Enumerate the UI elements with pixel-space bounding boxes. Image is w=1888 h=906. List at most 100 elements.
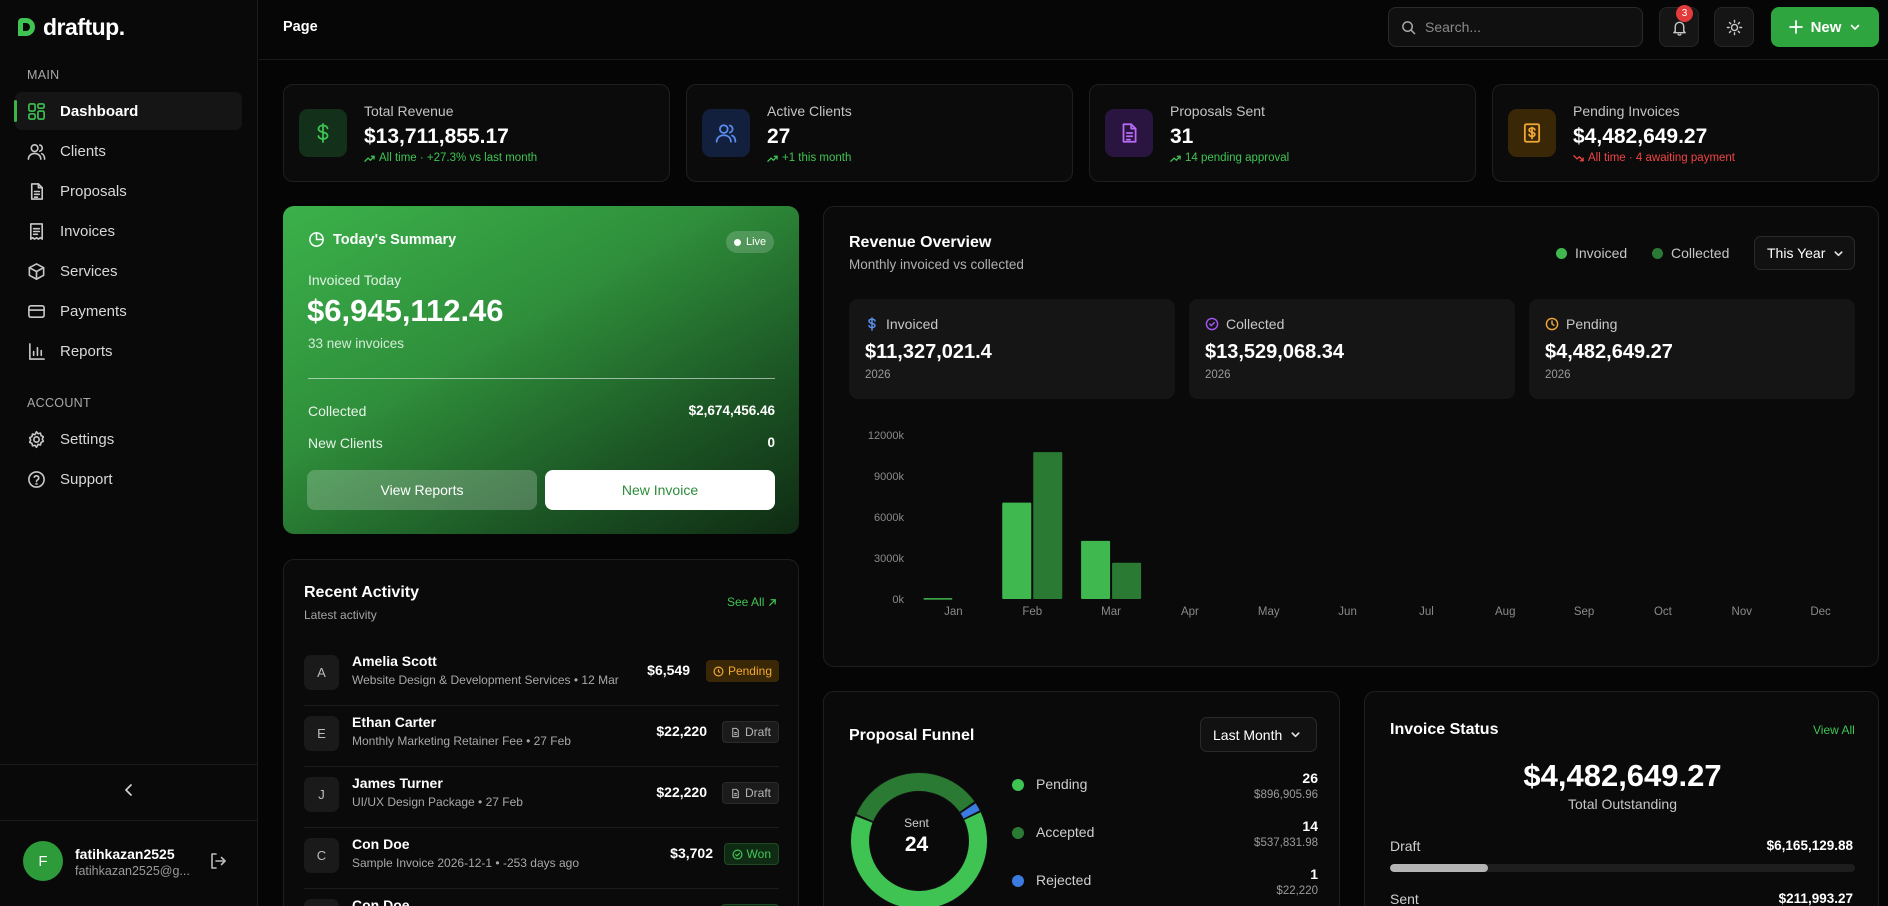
dollar-icon <box>299 109 347 157</box>
notifications-button[interactable]: 3 <box>1659 5 1699 47</box>
list-item[interactable]: C Con Doe <box>304 889 779 906</box>
search-box[interactable] <box>1388 7 1643 47</box>
funnel-row-count: 14 <box>1302 818 1318 834</box>
box-icon <box>28 262 45 280</box>
bar-invoiced-feb[interactable] <box>1002 502 1032 599</box>
activity-desc: Website Design & Development Services • … <box>352 673 619 687</box>
logout-icon <box>211 853 226 869</box>
arrow-up-right-icon <box>769 598 777 606</box>
mini-year: 2026 <box>865 369 891 381</box>
x-tick-label: May <box>1258 606 1280 618</box>
bar-chart-icon <box>29 342 45 360</box>
revenue-invoiced-card: Invoiced $11,327,021.4 2026 <box>849 299 1175 399</box>
new-invoice-button[interactable]: New Invoice <box>545 470 775 510</box>
funnel-row-name: Pending <box>1036 776 1088 792</box>
sidebar-item-label: Settings <box>60 430 115 448</box>
stat-label: Proposals Sent <box>1170 103 1265 119</box>
stat-card-proposals-sent[interactable]: Proposals Sent 31 14 pending approval <box>1089 84 1476 182</box>
mini-value: $13,529,068.34 <box>1205 341 1345 363</box>
see-all-label: See All <box>727 595 765 609</box>
revenue-overview-card: Revenue Overview Monthly invoiced vs col… <box>823 206 1879 667</box>
invoice-dollar-icon <box>1508 109 1556 157</box>
sidebar-item-dashboard[interactable]: Dashboard <box>14 92 242 130</box>
activity-desc: Monthly Marketing Retainer Fee • 27 Feb <box>352 734 571 748</box>
list-item[interactable]: J James Turner UI/UX Design Package • 27… <box>304 767 779 828</box>
sidebar-item-settings[interactable]: Settings <box>15 420 242 458</box>
activity-title: Recent Activity <box>304 584 419 601</box>
plus-icon <box>1788 20 1803 34</box>
sidebar-item-payments[interactable]: Payments <box>15 292 242 330</box>
list-item[interactable]: C Con Doe Sample Invoice 2026-12-1 • -25… <box>304 828 779 889</box>
view-all-link[interactable]: View All <box>1813 723 1855 737</box>
help-icon <box>28 470 45 488</box>
stat-sub: 14 pending approval <box>1170 152 1289 164</box>
stat-value: $13,711,855.17 <box>364 125 509 148</box>
funnel-row-accepted[interactable]: Accepted 14 $537,831.98 <box>1012 818 1318 858</box>
document-icon <box>1105 109 1153 157</box>
stat-card-total-revenue[interactable]: Total Revenue $13,711,855.17 All time · … <box>283 84 670 182</box>
stat-card-active-clients[interactable]: Active Clients 27 +1 this month <box>686 84 1073 182</box>
x-tick-label: Dec <box>1810 606 1831 618</box>
sidebar-item-invoices[interactable]: Invoices <box>15 212 242 250</box>
users-icon <box>702 109 750 157</box>
file-icon <box>732 788 739 798</box>
donut-center-value: 24 <box>904 833 929 856</box>
brand-logo[interactable]: draftup. <box>16 13 125 41</box>
new-button[interactable]: New <box>1771 7 1879 47</box>
trend-up-icon <box>767 155 778 162</box>
draft-progress-bar <box>1390 864 1855 872</box>
live-dot-icon <box>734 238 741 246</box>
search-input[interactable] <box>1425 19 1625 35</box>
y-tick-label: 3000k <box>874 553 904 565</box>
nav-section-main: MAIN <box>27 68 60 82</box>
stat-card-pending-invoices[interactable]: Pending Invoices $4,482,649.27 All time … <box>1492 84 1879 182</box>
status-dot-icon <box>1012 827 1024 839</box>
stat-value: 31 <box>1170 125 1194 148</box>
collected-value: $2,674,456.46 <box>688 403 775 418</box>
x-tick-label: Feb <box>1022 606 1042 618</box>
x-tick-label: Jan <box>944 606 963 618</box>
receipt-icon <box>29 222 44 240</box>
bar-invoiced-mar[interactable] <box>1081 540 1111 599</box>
funnel-row-rejected[interactable]: Rejected 1 $22,220 <box>1012 866 1318 906</box>
x-tick-label: Apr <box>1181 606 1199 618</box>
activity-amount: $22,220 <box>656 723 707 739</box>
invoice-status-value: $6,165,129.88 <box>1766 838 1853 853</box>
bar-collected-feb[interactable] <box>1033 452 1063 599</box>
activity-name: Amelia Scott <box>352 653 437 669</box>
x-tick-label: Oct <box>1654 606 1673 618</box>
activity-subtitle: Latest activity <box>304 608 377 622</box>
bar-collected-mar[interactable] <box>1112 562 1142 599</box>
x-tick-label: Mar <box>1101 606 1121 618</box>
funnel-period-value: Last Month <box>1213 726 1283 743</box>
stat-label: Total Revenue <box>364 103 454 119</box>
activity-desc: Sample Invoice 2026-12-1 • -253 days ago <box>352 856 580 870</box>
collapse-sidebar-button[interactable] <box>118 779 140 801</box>
sidebar-divider <box>0 820 258 821</box>
avatar[interactable]: F <box>23 841 63 881</box>
funnel-row-pending[interactable]: Pending 26 $896,905.96 <box>1012 770 1318 810</box>
sidebar-item-support[interactable]: Support <box>15 460 242 498</box>
sidebar-item-services[interactable]: Services <box>15 252 242 290</box>
mini-year: 2026 <box>1545 369 1571 381</box>
view-reports-button[interactable]: View Reports <box>307 470 537 510</box>
status-label: Won <box>746 847 771 861</box>
sun-icon <box>1726 19 1742 35</box>
logout-button[interactable] <box>208 851 228 871</box>
x-tick-label: Aug <box>1495 606 1515 618</box>
see-all-link[interactable]: See All <box>727 595 777 609</box>
sidebar-item-proposals[interactable]: Proposals <box>15 172 242 210</box>
bar-invoiced-jan[interactable] <box>923 598 953 600</box>
list-item[interactable]: A Amelia Scott Website Design & Developm… <box>304 645 779 706</box>
document-icon <box>30 182 44 200</box>
funnel-period-select[interactable]: Last Month <box>1200 717 1317 752</box>
theme-toggle-button[interactable] <box>1714 7 1754 47</box>
legend-label: Collected <box>1671 245 1730 261</box>
stat-sub-text: 14 pending approval <box>1185 152 1290 164</box>
sidebar-item-reports[interactable]: Reports <box>15 332 242 370</box>
activity-name: Ethan Carter <box>352 714 437 730</box>
period-select[interactable]: This Year <box>1754 236 1855 270</box>
sidebar-item-clients[interactable]: Clients <box>15 132 242 170</box>
users-icon <box>27 143 46 160</box>
list-item[interactable]: E Ethan Carter Monthly Marketing Retaine… <box>304 706 779 767</box>
